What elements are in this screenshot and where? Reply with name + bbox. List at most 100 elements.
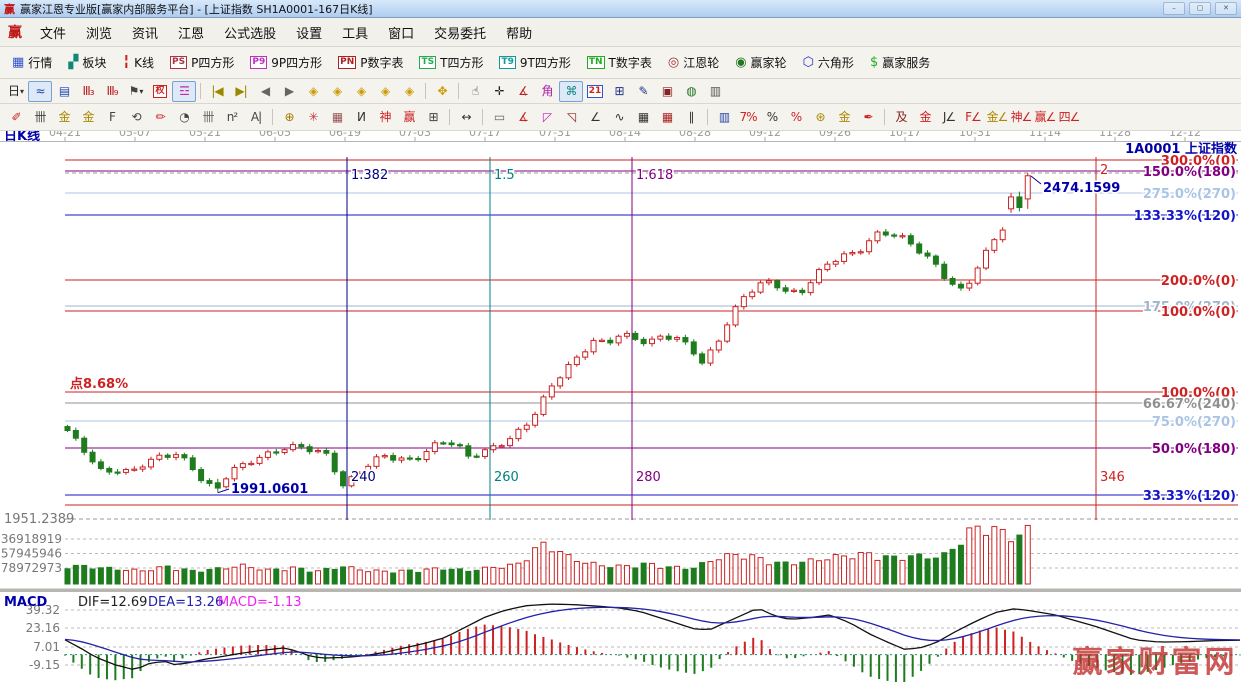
tool-percent7-icon[interactable]: 7% xyxy=(736,107,760,128)
tool-grid-red-icon[interactable]: ▦ xyxy=(655,107,679,128)
menu-item-公式选股[interactable]: 公式选股 xyxy=(214,18,286,46)
minimize-button[interactable]: – xyxy=(1163,2,1185,15)
tool-k-wave-icon[interactable]: И xyxy=(349,107,373,128)
menu-item-工具[interactable]: 工具 xyxy=(332,18,378,46)
tool-gold-angle-icon[interactable]: 金∠ xyxy=(985,107,1009,128)
sector-button[interactable]: ▞板块 xyxy=(60,47,114,78)
net-save-icon[interactable]: ◍ xyxy=(679,81,703,102)
tool-gold-underline-icon[interactable]: 金 xyxy=(832,107,856,128)
menu-item-设置[interactable]: 设置 xyxy=(286,18,332,46)
tool-ji-icon[interactable]: 及 xyxy=(889,107,913,128)
tool-star-icon[interactable]: ✳ xyxy=(301,107,325,128)
tool-box-fan-icon[interactable]: ◹ xyxy=(559,107,583,128)
toolbox-icon[interactable]: ⌘ xyxy=(559,81,583,102)
winner-service-button[interactable]: $赢家服务 xyxy=(862,47,938,78)
winner-wheel-button[interactable]: ◉赢家轮 xyxy=(727,47,794,78)
gann-wheel-button[interactable]: ◎江恩轮 xyxy=(660,47,727,78)
chip-distribution-icon[interactable]: ☲ xyxy=(172,81,196,102)
tool-gann-fan-icon[interactable]: ∡ xyxy=(511,107,535,128)
tool-red-pen-icon[interactable]: ✐ xyxy=(4,107,28,128)
menu-item-江恩[interactable]: 江恩 xyxy=(168,18,214,46)
9t-square-button[interactable]: T99T四方形 xyxy=(491,47,578,78)
tool-pen2-icon[interactable]: ✒ xyxy=(856,107,880,128)
zoom-all-icon[interactable]: ✥ xyxy=(430,81,454,102)
candle-body xyxy=(591,340,596,351)
tool-f-line-icon[interactable]: F xyxy=(100,107,124,128)
screen-wave-icon[interactable]: ≈ xyxy=(28,81,52,102)
maximize-button[interactable]: ▢ xyxy=(1189,2,1211,15)
period-day-dropdown[interactable]: 日▾ xyxy=(4,81,28,102)
tool-shen-angle-icon[interactable]: 神∠ xyxy=(1009,107,1033,128)
tool-f-angle-icon[interactable]: F∠ xyxy=(961,107,985,128)
kline-button[interactable]: ╏K线 xyxy=(114,47,162,78)
menu-item-资讯[interactable]: 资讯 xyxy=(122,18,168,46)
tool-percent-icon[interactable]: % xyxy=(760,107,784,128)
shift-left-icon[interactable]: ◈ xyxy=(301,81,325,102)
menu-item-交易委托[interactable]: 交易委托 xyxy=(424,18,496,46)
tool-lines2-icon[interactable]: 卌 xyxy=(196,107,220,128)
menu-item-文件[interactable]: 文件 xyxy=(30,18,76,46)
tool-shen-icon[interactable]: 神 xyxy=(373,107,397,128)
next-page-icon[interactable]: ▶ xyxy=(277,81,301,102)
zoom-h-icon[interactable]: ◈ xyxy=(349,81,373,102)
t-square-button[interactable]: TST四方形 xyxy=(411,47,491,78)
tool-fan-box-icon[interactable]: ◸ xyxy=(535,107,559,128)
tool-box-select-icon[interactable]: ▭ xyxy=(487,107,511,128)
tool-time-circle-icon[interactable]: ◔ xyxy=(172,107,196,128)
zoom-fit-icon[interactable]: ◈ xyxy=(397,81,421,102)
menu-item-浏览[interactable]: 浏览 xyxy=(76,18,122,46)
angle-measure-icon[interactable]: ∡ xyxy=(511,81,535,102)
rights-adjust-icon[interactable]: 权 xyxy=(148,81,172,102)
tool-brush-icon[interactable]: ✏ xyxy=(148,107,172,128)
t-number-table-button[interactable]: TNT数字表 xyxy=(579,47,660,78)
tool-gold-line2-icon[interactable]: 金 xyxy=(76,107,100,128)
calculator-icon[interactable]: ⊞ xyxy=(607,81,631,102)
tool-zigzag-icon[interactable]: ∿ xyxy=(607,107,631,128)
menu-item-帮助[interactable]: 帮助 xyxy=(496,18,542,46)
tool-j-angle-icon[interactable]: J∠ xyxy=(937,107,961,128)
save-icon[interactable]: ▣ xyxy=(655,81,679,102)
tool-gold-circle-icon[interactable]: ⊛ xyxy=(808,107,832,128)
hexagon-button[interactable]: ⬡六角形 xyxy=(795,47,862,78)
p-square-button[interactable]: PSP四方形 xyxy=(162,47,242,78)
crosshair-icon[interactable]: ✛ xyxy=(487,81,511,102)
9p-square-button[interactable]: P99P四方形 xyxy=(242,47,330,78)
first-page-icon[interactable]: |◀ xyxy=(205,81,229,102)
computer-icon[interactable]: ▥ xyxy=(703,81,727,102)
tool-ying-angle-icon[interactable]: 赢∠ xyxy=(1033,107,1057,128)
tool-compass-icon[interactable]: ⊕ xyxy=(277,107,301,128)
last-page-icon[interactable]: ▶| xyxy=(229,81,253,102)
menu-item-窗口[interactable]: 窗口 xyxy=(378,18,424,46)
tool-parallel-icon[interactable]: ∥ xyxy=(679,107,703,128)
zoom-out-icon[interactable]: ◈ xyxy=(373,81,397,102)
tool-ruler-grid-icon[interactable]: ⊞ xyxy=(421,107,445,128)
tool-columns-icon[interactable]: ▥ xyxy=(712,107,736,128)
volume-bar xyxy=(290,567,295,584)
tool-grid-target-icon[interactable]: ▦ xyxy=(325,107,349,128)
bars-3-icon[interactable]: Ⅲ₃ xyxy=(76,81,100,102)
tool-a-channel-icon[interactable]: A| xyxy=(244,107,268,128)
tool-grid-icon[interactable]: ▦ xyxy=(631,107,655,128)
tool-angle-lines-icon[interactable]: ∠ xyxy=(583,107,607,128)
tool-gann-lines-icon[interactable]: 卌 xyxy=(28,107,52,128)
bars-9-icon[interactable]: Ⅲ₉ xyxy=(100,81,124,102)
tool-spiral-icon[interactable]: ⟲ xyxy=(124,107,148,128)
tool-gold-red-icon[interactable]: 金 xyxy=(913,107,937,128)
calendar-icon[interactable]: 21 xyxy=(583,81,607,102)
tool-si-angle-icon[interactable]: 四∠ xyxy=(1057,107,1081,128)
tool-n-squared-icon[interactable]: n² xyxy=(220,107,244,128)
gann-angle-tool-icon[interactable]: 角 xyxy=(535,81,559,102)
tool-gold-line1-icon[interactable]: 金 xyxy=(52,107,76,128)
flag-dropdown[interactable]: ⚑▾ xyxy=(124,81,148,102)
document-icon[interactable]: ▤ xyxy=(52,81,76,102)
p-number-table-button[interactable]: PNP数字表 xyxy=(330,47,411,78)
tool-h-measure-icon[interactable]: ↔ xyxy=(454,107,478,128)
hand-tool-icon[interactable]: ☝ xyxy=(463,81,487,102)
prev-page-icon[interactable]: ◀ xyxy=(253,81,277,102)
tool-ying-icon[interactable]: 赢 xyxy=(397,107,421,128)
close-button[interactable]: ✕ xyxy=(1215,2,1237,15)
tool-percent-line-icon[interactable]: % xyxy=(784,107,808,128)
notes-icon[interactable]: ✎ xyxy=(631,81,655,102)
quote-button[interactable]: ▦行情 xyxy=(4,47,60,78)
shift-right-icon[interactable]: ◈ xyxy=(325,81,349,102)
